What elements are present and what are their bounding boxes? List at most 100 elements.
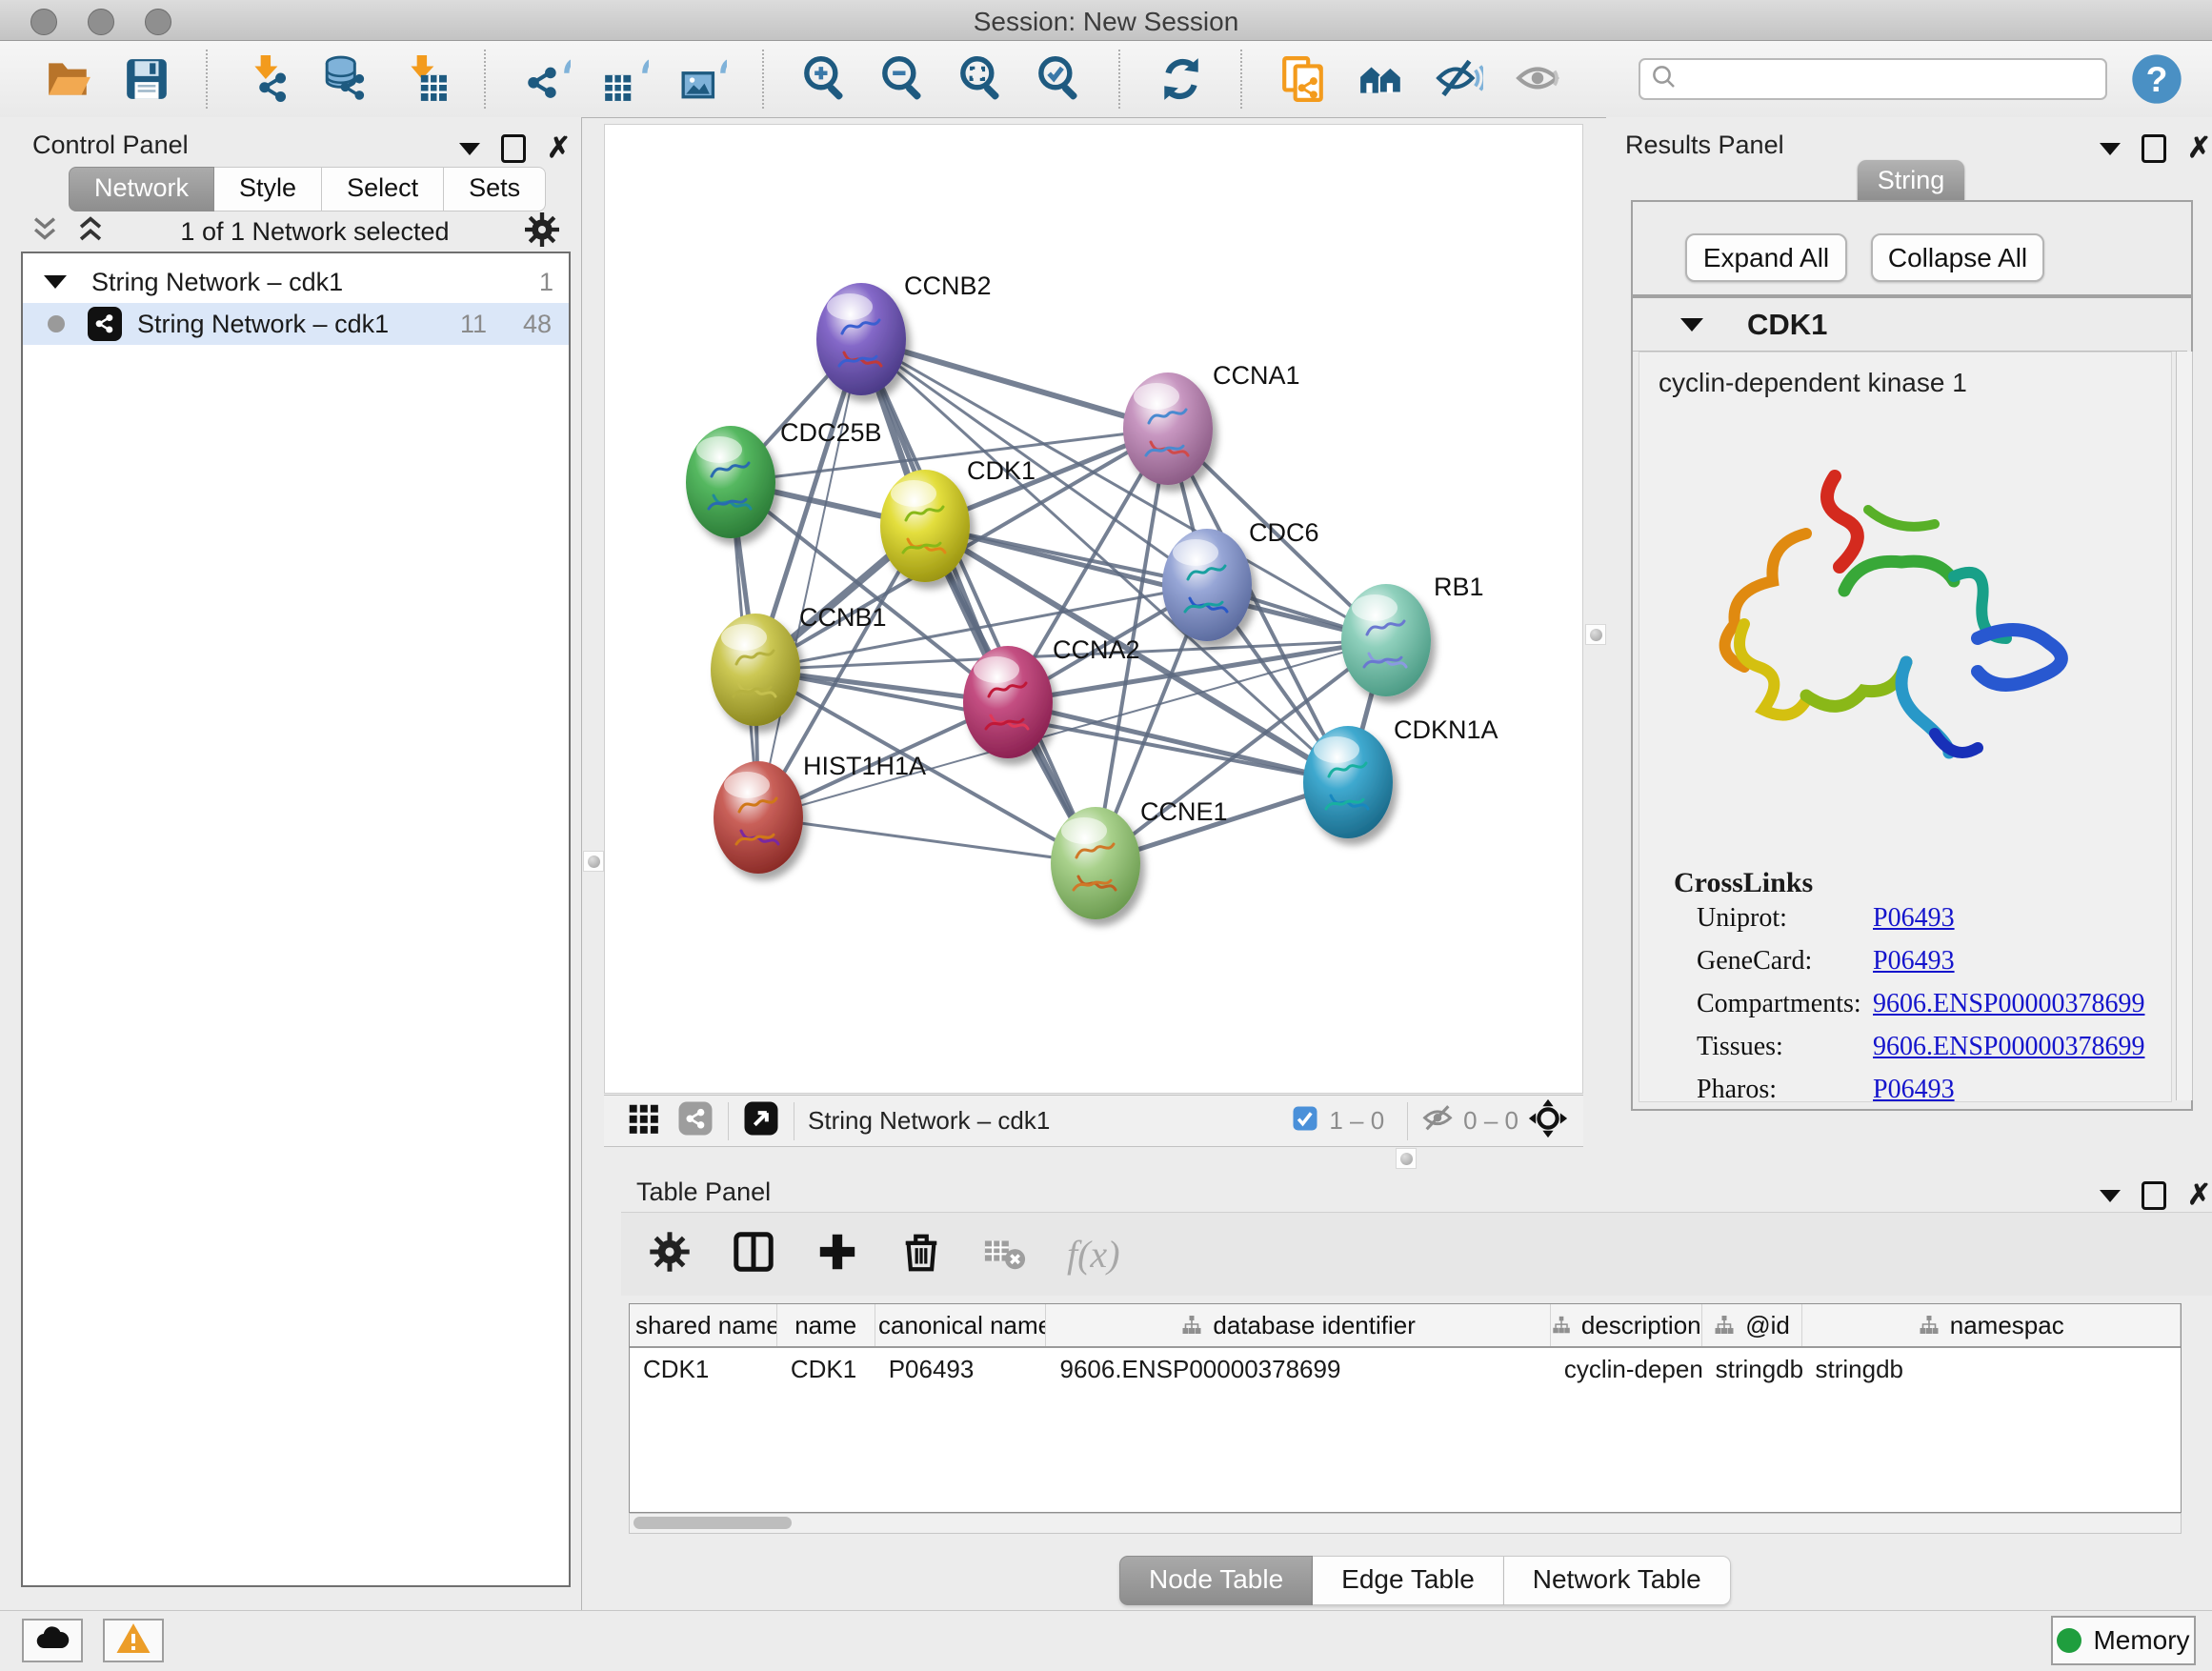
table-panel-close-icon[interactable]: ✗	[2187, 1184, 2211, 1207]
tab-select[interactable]: Select	[322, 167, 444, 211]
table-panel-collapse-icon[interactable]	[2100, 1190, 2121, 1202]
edge-CCNB2-CCNE1[interactable]	[861, 339, 1096, 863]
collection-expand-icon[interactable]	[44, 275, 67, 289]
crosslink-link[interactable]: P06493	[1873, 946, 1955, 976]
column-header-shared-name[interactable]: shared name	[630, 1304, 777, 1346]
crosslink-link[interactable]: 9606.ENSP00000378699	[1873, 1032, 2144, 1062]
control-panel-collapse-icon[interactable]	[459, 143, 480, 155]
import-network-database-icon[interactable]	[322, 54, 372, 104]
crosslink-link[interactable]: P06493	[1873, 1075, 1955, 1105]
tab-edge-table[interactable]: Edge Table	[1313, 1556, 1504, 1605]
grid-mode-icon[interactable]	[625, 1100, 661, 1141]
table-cell[interactable]: cyclin-dependent ...	[1551, 1348, 1702, 1390]
crosslink-link[interactable]: 9606.ENSP00000378699	[1873, 989, 2144, 1019]
bottom-splitter-handle[interactable]	[1396, 1148, 1417, 1169]
new-network-from-selection-icon[interactable]	[1278, 54, 1328, 104]
edge-CCNB2-HIST1H1A[interactable]	[758, 339, 861, 817]
table-cell[interactable]: stringdb	[1802, 1348, 2182, 1390]
zoom-selected-icon[interactable]	[1035, 54, 1084, 104]
birds-eye-navigator-icon[interactable]	[1528, 1098, 1568, 1143]
results-panel-float-icon[interactable]	[2142, 134, 2166, 163]
node-HIST1H1A[interactable]: HIST1H1A	[714, 752, 926, 874]
cloud-status-button[interactable]	[22, 1619, 83, 1662]
column-header--id[interactable]: @id	[1702, 1304, 1802, 1346]
edge-RB1-HIST1H1A[interactable]	[758, 640, 1386, 817]
results-panel-collapse-icon[interactable]	[2100, 143, 2121, 155]
table-panel-float-icon[interactable]	[2142, 1181, 2166, 1210]
control-panel-close-icon[interactable]: ✗	[547, 137, 571, 160]
column-header-description[interactable]: description	[1551, 1304, 1702, 1346]
table-cell[interactable]: stringdb:9...	[1702, 1348, 1802, 1390]
zoom-fit-icon[interactable]	[956, 54, 1006, 104]
left-splitter-handle[interactable]	[583, 851, 604, 872]
open-file-icon[interactable]	[44, 54, 93, 104]
tab-node-table[interactable]: Node Table	[1119, 1556, 1313, 1605]
node-CCNA1[interactable]: CCNA1	[1123, 361, 1300, 485]
network-options-gear-icon[interactable]	[523, 211, 561, 253]
right-splitter-handle[interactable]	[1585, 624, 1606, 645]
tab-style[interactable]: Style	[214, 167, 322, 211]
network-view-canvas[interactable]: CCNB2 CCNA1 CDC25B CDK1 CDC6 RB1 CCNB1 C…	[604, 124, 1583, 1094]
table-cell[interactable]: P06493	[875, 1348, 1047, 1390]
zoom-in-icon[interactable]	[800, 54, 850, 104]
selected-nodes-checkbox[interactable]	[1291, 1104, 1319, 1137]
collapse-all-button[interactable]: Collapse All	[1871, 233, 2044, 282]
warnings-button[interactable]	[103, 1619, 164, 1662]
results-scrollbar[interactable]	[2176, 352, 2193, 1100]
node-CCNA2[interactable]: CCNA2	[963, 635, 1140, 758]
table-cell[interactable]: CDK1	[777, 1348, 875, 1390]
hide-selected-icon[interactable]	[1435, 54, 1484, 104]
table-cell[interactable]: CDK1	[630, 1348, 777, 1390]
tab-string[interactable]: String	[1858, 160, 1964, 200]
search-input[interactable]	[1679, 64, 2082, 95]
table-horizontal-scrollbar[interactable]	[629, 1513, 2182, 1534]
table-row[interactable]: CDK1CDK1P064939606.ENSP00000378699cyclin…	[630, 1348, 2181, 1390]
column-header-namespac[interactable]: namespac	[1802, 1304, 2182, 1346]
network-overview-icon[interactable]	[676, 1099, 714, 1142]
zoom-out-icon[interactable]	[878, 54, 928, 104]
expand-all-tree-icon[interactable]	[74, 213, 107, 251]
column-header-database-identifier[interactable]: database identifier	[1046, 1304, 1550, 1346]
collapse-all-tree-icon[interactable]	[29, 213, 61, 251]
edge-CCNA2-CDKN1A[interactable]	[1008, 702, 1348, 782]
node-RB1[interactable]: RB1	[1341, 573, 1484, 696]
gene-expand-icon[interactable]	[1680, 318, 1703, 332]
network-row-selected[interactable]: String Network – cdk1 11 48	[23, 303, 569, 345]
search-box[interactable]	[1639, 58, 2107, 100]
export-network-icon[interactable]	[522, 54, 572, 104]
show-columns-icon[interactable]	[732, 1230, 775, 1278]
column-header-name[interactable]: name	[777, 1304, 875, 1346]
tab-network[interactable]: Network	[69, 167, 214, 211]
export-image-icon[interactable]	[678, 54, 728, 104]
hidden-elements-eye-icon[interactable]	[1421, 1102, 1454, 1139]
export-table-icon[interactable]	[600, 54, 650, 104]
control-panel-float-icon[interactable]	[501, 134, 526, 163]
import-table-icon[interactable]	[400, 54, 450, 104]
refresh-layout-icon[interactable]	[1156, 54, 1206, 104]
edge-CCNE1-HIST1H1A[interactable]	[758, 817, 1096, 863]
expand-all-button[interactable]: Expand All	[1685, 233, 1847, 282]
tab-sets[interactable]: Sets	[444, 167, 546, 211]
table-cell[interactable]: 9606.ENSP00000378699	[1046, 1348, 1550, 1390]
node-CDC25B[interactable]: CDC25B	[686, 418, 882, 538]
first-neighbors-icon[interactable]	[1357, 54, 1406, 104]
scrollbar-thumb[interactable]	[633, 1517, 792, 1529]
crosslink-link[interactable]: P06493	[1873, 903, 1955, 934]
edge-CCNB2-CCNA1[interactable]	[861, 339, 1168, 429]
node-table[interactable]: shared namenamecanonical namedatabase id…	[629, 1303, 2182, 1513]
network-collection-row[interactable]: String Network – cdk1 1	[23, 261, 569, 303]
column-header-canonical-name[interactable]: canonical name	[875, 1304, 1047, 1346]
results-panel-close-icon[interactable]: ✗	[2187, 137, 2211, 160]
help-button[interactable]: ?	[2130, 52, 2183, 106]
node-CCNE1[interactable]: CCNE1	[1051, 797, 1228, 919]
node-CDC6[interactable]: CDC6	[1162, 518, 1319, 641]
import-network-file-icon[interactable]	[244, 54, 293, 104]
table-gear-icon[interactable]	[648, 1230, 692, 1278]
save-session-icon[interactable]	[122, 54, 171, 104]
delete-column-icon[interactable]	[899, 1230, 943, 1278]
tab-network-table[interactable]: Network Table	[1504, 1556, 1731, 1605]
node-CDKN1A[interactable]: CDKN1A	[1303, 715, 1498, 838]
memory-button[interactable]: Memory	[2051, 1616, 2196, 1665]
create-column-icon[interactable]	[815, 1230, 859, 1278]
detach-view-icon[interactable]	[742, 1099, 780, 1142]
